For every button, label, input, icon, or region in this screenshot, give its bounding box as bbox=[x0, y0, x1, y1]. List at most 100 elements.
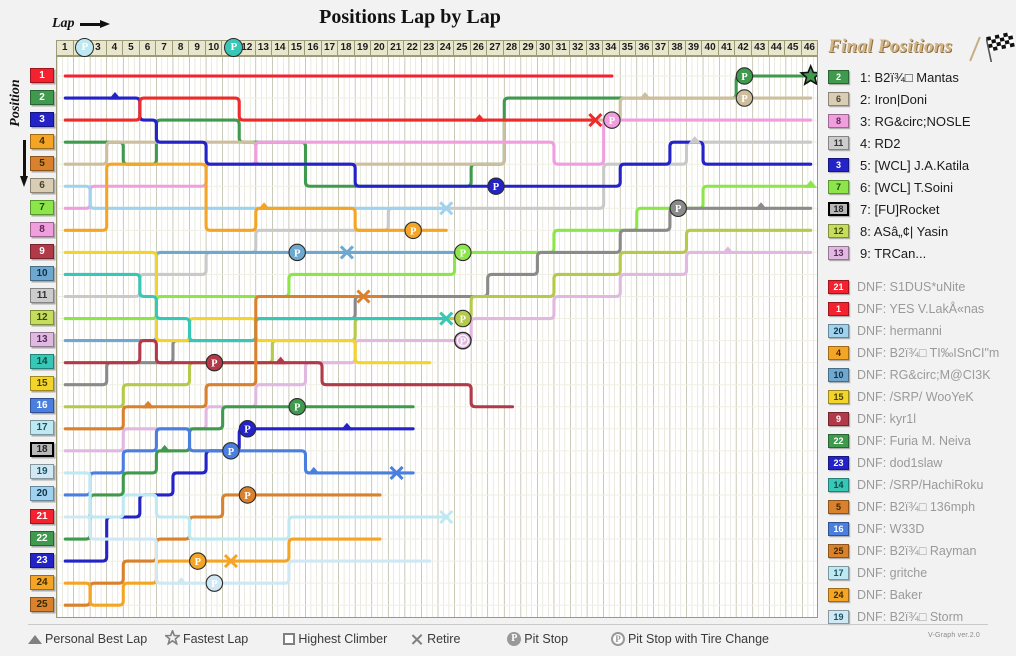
position-tag-19: 19 bbox=[30, 464, 54, 480]
finisher-row[interactable]: 6 2: Iron|Doni bbox=[824, 88, 1016, 110]
driver-name: DNF: hermanni bbox=[857, 324, 942, 338]
svg-text:P: P bbox=[741, 72, 748, 83]
personal-best-marker[interactable] bbox=[257, 202, 271, 210]
personal-best-marker[interactable] bbox=[274, 356, 288, 365]
personal-best-marker[interactable] bbox=[141, 400, 155, 409]
finisher-row[interactable]: 12 8: ASâ„¢| Yasin bbox=[824, 220, 1016, 242]
lap-header-cell: 28 bbox=[504, 41, 521, 55]
dnf-row[interactable]: 23 DNF: dod1slaw bbox=[824, 452, 1016, 474]
lap-header-cell: 31 bbox=[553, 41, 570, 55]
personal-best-marker[interactable] bbox=[688, 136, 702, 144]
pit-stop-marker[interactable]: P bbox=[669, 199, 687, 218]
dnf-row[interactable]: 14 DNF: /SRP/HachiRoku bbox=[824, 474, 1016, 496]
pit-stop-marker[interactable]: P bbox=[454, 243, 472, 262]
personal-best-marker[interactable] bbox=[158, 444, 172, 453]
driver-line[interactable] bbox=[63, 96, 597, 122]
position-tag-6: 6 bbox=[30, 177, 54, 193]
car-number-badge: 4 bbox=[828, 346, 849, 360]
dnf-row[interactable]: 4 DNF: B2ï¾□ TI‰ISnCI"m bbox=[824, 342, 1016, 364]
personal-best-marker[interactable] bbox=[638, 92, 652, 100]
svg-text:P: P bbox=[460, 314, 467, 325]
pit-stop-marker[interactable]: P bbox=[205, 353, 224, 372]
triangle-marker-icon bbox=[28, 634, 42, 644]
dnf-row[interactable]: 10 DNF: RG&circ;M@CI3K bbox=[824, 364, 1016, 386]
legend-label: Fastest Lap bbox=[182, 632, 249, 646]
pit-stop-marker[interactable]: P bbox=[189, 552, 207, 570]
driver-name: DNF: B2ï¾□ TI‰ISnCI"m bbox=[857, 346, 1000, 360]
fastest-lap-marker[interactable] bbox=[799, 63, 817, 86]
position-tag-12: 12 bbox=[30, 310, 54, 326]
pit-stop-marker[interactable]: P bbox=[288, 397, 306, 416]
pit-stop-marker[interactable]: P bbox=[238, 486, 257, 504]
finisher-row[interactable]: 11 4: RD2 bbox=[824, 132, 1016, 154]
svg-text:P: P bbox=[460, 248, 467, 259]
personal-best-marker[interactable] bbox=[472, 114, 486, 122]
finisher-row[interactable]: 7 6: [WCL] T.Soini bbox=[824, 176, 1016, 198]
x-marker-icon bbox=[411, 633, 424, 646]
arrow-down-icon bbox=[20, 140, 29, 188]
finisher-row[interactable]: 8 3: RG&circ;NOSLE bbox=[824, 110, 1016, 132]
personal-best-marker[interactable] bbox=[340, 422, 354, 431]
pit-stop-marker[interactable]: P bbox=[238, 420, 257, 438]
lap-header-cell: 42 bbox=[735, 41, 752, 55]
driver-line[interactable] bbox=[63, 250, 432, 365]
pit-stop-marker[interactable]: P bbox=[735, 89, 754, 107]
position-tag-5: 5 bbox=[30, 155, 54, 171]
dnf-row[interactable]: 15 DNF: /SRP/ WooYeK bbox=[824, 386, 1016, 408]
car-number-badge: 14 bbox=[828, 478, 849, 492]
pit-stop-marker[interactable]: P bbox=[288, 243, 306, 262]
dnf-row[interactable]: 20 DNF: hermanni bbox=[824, 320, 1016, 342]
checkered-flag-icon bbox=[986, 32, 1015, 62]
finisher-row[interactable]: 18 7: [FU]Rocket bbox=[824, 198, 1016, 220]
pit-stop-marker[interactable]: P bbox=[404, 221, 422, 240]
pit-stop-marker[interactable]: P bbox=[487, 177, 505, 196]
personal-best-marker[interactable] bbox=[754, 202, 768, 210]
dnf-row[interactable]: 21 DNF: S1DUS*uNite bbox=[824, 276, 1016, 298]
dnf-row[interactable]: 9 DNF: kyr1l bbox=[824, 408, 1016, 430]
dnf-row[interactable]: 1 DNF: YES V.LakÅ«nas bbox=[824, 298, 1016, 320]
dnf-row[interactable]: 17 DNF: gritche bbox=[824, 562, 1016, 584]
position-tag-25: 25 bbox=[30, 596, 54, 612]
lap-header-cell: 9 bbox=[189, 41, 206, 55]
pit-stop-marker[interactable]: P bbox=[735, 67, 754, 85]
pit-stop-marker[interactable]: P bbox=[603, 111, 621, 129]
svg-text:P: P bbox=[294, 248, 301, 259]
position-tag-17: 17 bbox=[30, 420, 54, 436]
driver-name: DNF: B2ï¾□ 136mph bbox=[857, 500, 976, 514]
car-number-badge: 20 bbox=[828, 324, 849, 338]
personal-best-marker[interactable] bbox=[804, 180, 817, 188]
position-tag-14: 14 bbox=[30, 354, 54, 370]
car-number-badge: 21 bbox=[828, 280, 849, 294]
finisher-row[interactable]: 13 9: TRCan... bbox=[824, 242, 1016, 264]
personal-best-marker[interactable] bbox=[108, 92, 122, 100]
dnf-row[interactable]: 25 DNF: B2ï¾□ Rayman bbox=[824, 540, 1016, 562]
lap-header-cell: 39 bbox=[686, 41, 703, 55]
dnf-row[interactable]: 16 DNF: W33D bbox=[824, 518, 1016, 540]
dnf-row[interactable]: 24 DNF: Baker bbox=[824, 584, 1016, 606]
personal-best-marker[interactable] bbox=[174, 577, 188, 585]
legend-item: Personal Best Lap bbox=[28, 632, 165, 646]
lap-header-cell: 8 bbox=[173, 41, 190, 55]
legend-divider bbox=[28, 624, 988, 625]
driver-line[interactable] bbox=[63, 515, 432, 585]
finisher-row[interactable]: 3 5: [WCL] J.A.Katila bbox=[824, 154, 1016, 176]
finisher-row[interactable]: 2 1: B2ï¾□ Mantas bbox=[824, 66, 1016, 88]
lap-header-cell: 10 bbox=[206, 41, 223, 55]
lap-header-cell: 40 bbox=[702, 41, 719, 55]
pit-stop-marker[interactable]: P bbox=[454, 309, 472, 328]
pit-stop-tire-marker[interactable]: P bbox=[453, 331, 472, 350]
pit-stop-marker[interactable]: P bbox=[222, 442, 240, 460]
driver-name: 5: [WCL] J.A.Katila bbox=[860, 157, 970, 173]
svg-text:P: P bbox=[741, 94, 748, 105]
lap-header-cell: 35 bbox=[620, 41, 637, 55]
positions-chart[interactable]: PPPPPPPPPPPPPPPPP bbox=[56, 56, 818, 618]
dnf-row[interactable]: 5 DNF: B2ï¾□ 136mph bbox=[824, 496, 1016, 518]
personal-best-marker[interactable] bbox=[307, 466, 321, 475]
car-number-badge: 2 bbox=[828, 70, 849, 84]
pit-stop-marker[interactable]: P bbox=[205, 574, 224, 592]
personal-best-marker[interactable] bbox=[721, 246, 735, 254]
dnf-row[interactable]: 22 DNF: Furia M. Neiva bbox=[824, 430, 1016, 452]
legend-item: P Pit Stop bbox=[507, 632, 611, 646]
car-number-badge: 19 bbox=[828, 610, 849, 624]
svg-text:P: P bbox=[294, 403, 301, 414]
